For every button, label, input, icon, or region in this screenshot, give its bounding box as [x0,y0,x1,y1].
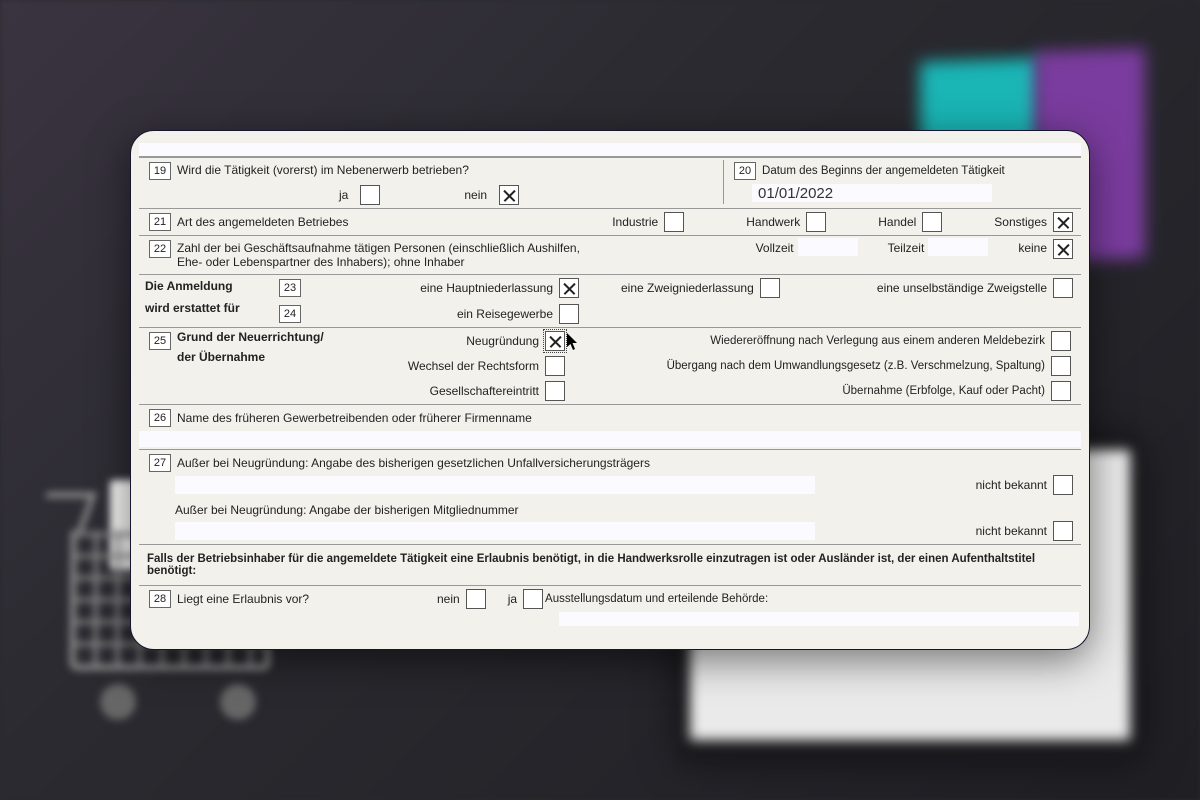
option-label: nicht bekannt [976,475,1051,495]
field-number: 28 [149,590,171,608]
field-number: 23 [279,279,301,297]
input-ausstellungsdatum[interactable] [559,612,1079,626]
checkbox-handwerk[interactable] [806,212,826,232]
field-number: 26 [149,409,171,427]
option-label: nein [464,185,491,205]
field-number: 20 [734,162,756,180]
checkbox-uebernahme[interactable] [1051,381,1071,401]
section-label: Grund der Neuerrichtung/ [177,330,337,344]
section-heading: Falls der Betriebsinhaber für die angeme… [139,547,1081,583]
checkbox-nicht-bekannt-1[interactable] [1053,475,1073,495]
input-unfallversicherung[interactable] [175,476,815,494]
field-number: 27 [149,454,171,472]
option-label: eine Hauptniederlassung [407,278,557,298]
field-number: 21 [149,213,171,231]
input-teilzeit[interactable] [928,238,988,256]
field-number: 25 [149,332,171,350]
checkbox-handel[interactable] [922,212,942,232]
checkbox-zweigstelle[interactable] [1053,278,1073,298]
option-label: Wechsel der Rechtsform [408,356,543,376]
checkbox-erlaubnis-ja[interactable] [523,589,543,609]
checkbox-wiedereroeffnung[interactable] [1051,331,1071,351]
option-label: eine Zweigniederlassung [621,278,758,298]
field-number: 22 [149,240,171,258]
checkbox-erlaubnis-nein[interactable] [466,589,486,609]
checkbox-rechtsform[interactable] [545,356,565,376]
checkbox-ja[interactable] [360,185,380,205]
question-label: Art des angemeldeten Betriebes [177,212,427,232]
input-firmenname[interactable] [139,431,1081,447]
option-label: Industrie [612,212,662,232]
option-label: Handel [878,212,920,232]
checkbox-sonstiges[interactable] [1053,212,1073,232]
option-label: Sonstiges [994,212,1051,232]
form-document: 19 Wird die Tätigkeit (vorerst) im Neben… [130,130,1090,650]
question-label: Datum des Beginns der angemeldeten Tätig… [762,162,1009,180]
option-label: ein Reisegewerbe [407,304,557,324]
checkbox-nein[interactable] [499,185,519,205]
checkbox-zweigniederlassung[interactable] [760,278,780,298]
question-label: Wird die Tätigkeit (vorerst) im Nebenerw… [177,160,723,182]
checkbox-umwandlung[interactable] [1051,356,1071,376]
checkbox-hauptniederlassung[interactable] [559,278,579,298]
option-label: nicht bekannt [976,521,1051,541]
section-label: wird erstattet für [145,301,269,315]
option-label: keine [1018,238,1051,258]
question-label: Liegt eine Erlaubnis vor? [177,589,437,609]
date-value[interactable]: 01/01/2022 [752,184,992,202]
checkbox-nicht-bekannt-2[interactable] [1053,521,1073,541]
option-label: Neugründung [466,331,543,351]
checkbox-gesellschafter[interactable] [545,381,565,401]
question-label: Außer bei Neugründung: Angabe der bisher… [175,500,523,520]
option-label: nein [437,589,464,609]
checkbox-neugruendung[interactable] [545,331,565,351]
option-label: Übernahme (Erbfolge, Kauf oder Pacht) [842,382,1049,400]
option-label: ja [508,589,521,609]
option-label: Übergang nach dem Umwandlungsgesetz (z.B… [667,357,1049,375]
input-mitgliednummer[interactable] [175,522,815,540]
option-label: Gesellschaftereintritt [430,381,543,401]
field-number: 19 [149,162,171,180]
question-label: Ausstellungsdatum und erteilende Behörde… [545,590,772,608]
section-label: der Übernahme [177,350,337,364]
question-label: Zahl der bei Geschäftsaufnahme tätigen P… [177,238,597,272]
option-label: Handwerk [746,212,804,232]
question-label: Name des früheren Gewerbetreibenden oder… [177,408,536,428]
question-label: Außer bei Neugründung: Angabe des bisher… [177,453,654,473]
checkbox-industrie[interactable] [664,212,684,232]
option-label: Teilzeit [888,238,929,258]
input-vollzeit[interactable] [798,238,858,256]
checkbox-reisegewerbe[interactable] [559,304,579,324]
checkbox-keine[interactable] [1053,239,1073,259]
section-label: Die Anmeldung [145,279,269,293]
option-label: ja [339,185,352,205]
field-number: 24 [279,305,301,323]
option-label: Vollzeit [756,238,798,258]
option-label: Wiedereröffnung nach Verlegung aus einem… [710,332,1049,350]
option-label: eine unselbständige Zweigstelle [877,278,1051,298]
